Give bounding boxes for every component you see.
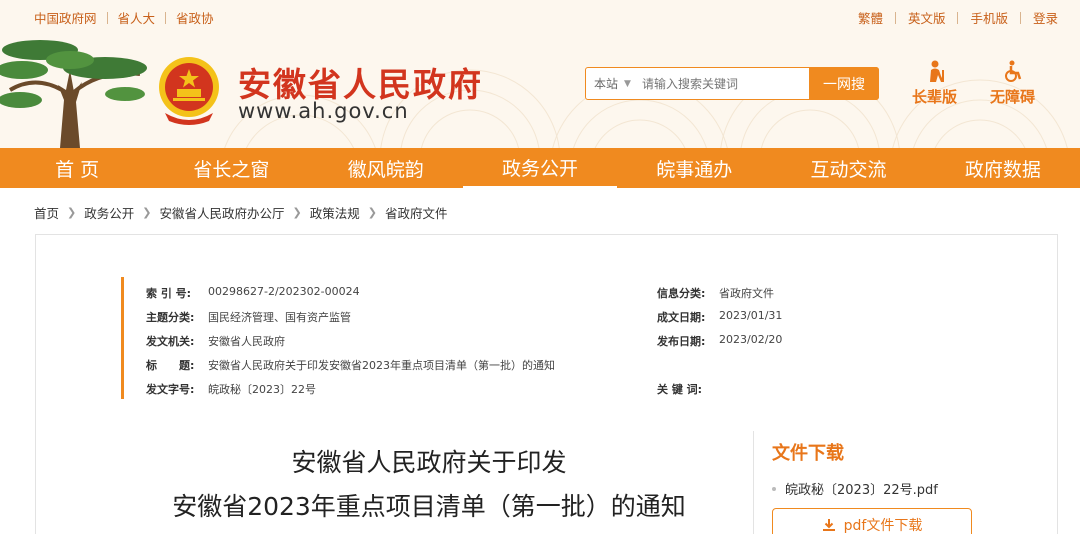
- download-icon: [822, 519, 835, 531]
- nav-governor[interactable]: 省长之窗: [154, 148, 308, 188]
- wheelchair-icon: [1004, 60, 1021, 82]
- divider: [894, 11, 896, 24]
- content-panel: 索 引 号: 00298627-2/202302-00024 信息分类: 省政府…: [35, 234, 1058, 534]
- meta-doc-number: 发文字号: 皖政秘〔2023〕22号: [146, 383, 316, 396]
- meta-index: 索 引 号: 00298627-2/202302-00024: [146, 285, 360, 300]
- breadcrumb-office[interactable]: 安徽省人民政府办公厅: [159, 203, 284, 222]
- nav-culture[interactable]: 徽风皖韵: [309, 148, 463, 188]
- download-file-name: 皖政秘〔2023〕22号.pdf: [785, 483, 938, 498]
- search-scope-label: 本站: [594, 77, 619, 91]
- chevron-right-icon: ❯: [367, 206, 377, 219]
- meta-title: 标 题: 安徽省人民政府关于印发安徽省2023年重点项目清单（第一批）的通知: [146, 359, 555, 372]
- search-button[interactable]: 一网搜: [809, 67, 879, 100]
- meta-keywords: 关 键 词:: [657, 383, 703, 396]
- elder-mode-button[interactable]: 长辈版: [912, 60, 957, 107]
- nav-gov-affairs[interactable]: 政务公开: [462, 148, 618, 188]
- sidebar-divider: [753, 431, 754, 534]
- meta-issuer: 发文机关: 安徽省人民政府: [146, 335, 285, 348]
- pdf-download-label: pdf文件下载: [843, 518, 923, 534]
- nav-gov-data[interactable]: 政府数据: [926, 148, 1080, 188]
- national-emblem-logo: [159, 57, 219, 125]
- divider: [106, 11, 108, 24]
- breadcrumb-provincial-docs[interactable]: 省政府文件: [385, 203, 448, 222]
- chevron-right-icon: ❯: [67, 206, 77, 219]
- divider: [165, 11, 167, 24]
- top-links-left: 中国政府网 省人大 省政协: [34, 8, 214, 27]
- chevron-right-icon: ❯: [142, 206, 152, 219]
- chevron-down-icon: ▼: [624, 78, 631, 89]
- document-title-line2: 安徽省2023年重点项目清单（第一批）的通知: [172, 492, 686, 521]
- document-title: 安徽省人民政府关于印发 安徽省2023年重点项目清单（第一批）的通知: [136, 441, 722, 529]
- breadcrumb-home[interactable]: 首页: [34, 203, 59, 222]
- search-scope-select[interactable]: 本站 ▼: [586, 75, 642, 92]
- divider: [1019, 11, 1021, 24]
- meta-created-date: 成文日期: 2023/01/31: [657, 309, 783, 324]
- accessibility-label: 无障碍: [990, 88, 1036, 106]
- site-url: www.ah.gov.cn: [238, 99, 409, 123]
- bullet-icon: [772, 486, 776, 491]
- link-traditional[interactable]: 繁體: [858, 8, 883, 27]
- link-provincial-cppcc[interactable]: 省政协: [176, 8, 214, 27]
- main-nav: 首 页 省长之窗 徽风皖韵 政务公开 皖事通办 互动交流 政府数据: [0, 148, 1080, 188]
- top-links-right: 繁體 英文版 手机版 登录: [858, 8, 1058, 27]
- link-english[interactable]: 英文版: [908, 8, 946, 27]
- link-login[interactable]: 登录: [1033, 8, 1058, 27]
- breadcrumb: 首页 ❯ 政务公开 ❯ 安徽省人民政府办公厅 ❯ 政策法规 ❯ 省政府文件: [34, 203, 447, 222]
- nav-services[interactable]: 皖事通办: [617, 148, 771, 188]
- nav-interaction[interactable]: 互动交流: [771, 148, 925, 188]
- pine-tree-logo: [0, 40, 147, 148]
- meta-topic: 主题分类: 国民经济管理、国有资产监管: [146, 311, 351, 324]
- meta-category: 信息分类: 省政府文件: [657, 287, 774, 300]
- search-bar: 本站 ▼ 一网搜: [585, 67, 879, 100]
- elder-mode-label: 长辈版: [912, 88, 958, 106]
- search-input[interactable]: [642, 69, 802, 98]
- document-meta: 索 引 号: 00298627-2/202302-00024 信息分类: 省政府…: [121, 277, 891, 399]
- pdf-download-button[interactable]: pdf文件下载: [772, 508, 972, 534]
- site-header: 中国政府网 省人大 省政协 繁體 英文版 手机版 登录 安徽省人民政府 www.…: [0, 0, 1080, 148]
- link-provincial-congress[interactable]: 省人大: [118, 8, 156, 27]
- divider: [957, 11, 959, 24]
- document-title-line1: 安徽省人民政府关于印发: [291, 448, 567, 477]
- link-gov-cn[interactable]: 中国政府网: [34, 8, 97, 27]
- meta-published-date: 发布日期: 2023/02/20: [657, 333, 783, 348]
- breadcrumb-policies[interactable]: 政策法规: [310, 203, 360, 222]
- elder-person-icon: [929, 60, 944, 82]
- download-heading: 文件下载: [772, 443, 844, 464]
- chevron-right-icon: ❯: [292, 206, 302, 219]
- download-file-link[interactable]: 皖政秘〔2023〕22号.pdf: [772, 479, 938, 498]
- link-mobile[interactable]: 手机版: [970, 8, 1008, 27]
- nav-home[interactable]: 首 页: [0, 148, 154, 188]
- accessibility-button[interactable]: 无障碍: [990, 60, 1035, 107]
- breadcrumb-gov-affairs[interactable]: 政务公开: [84, 203, 134, 222]
